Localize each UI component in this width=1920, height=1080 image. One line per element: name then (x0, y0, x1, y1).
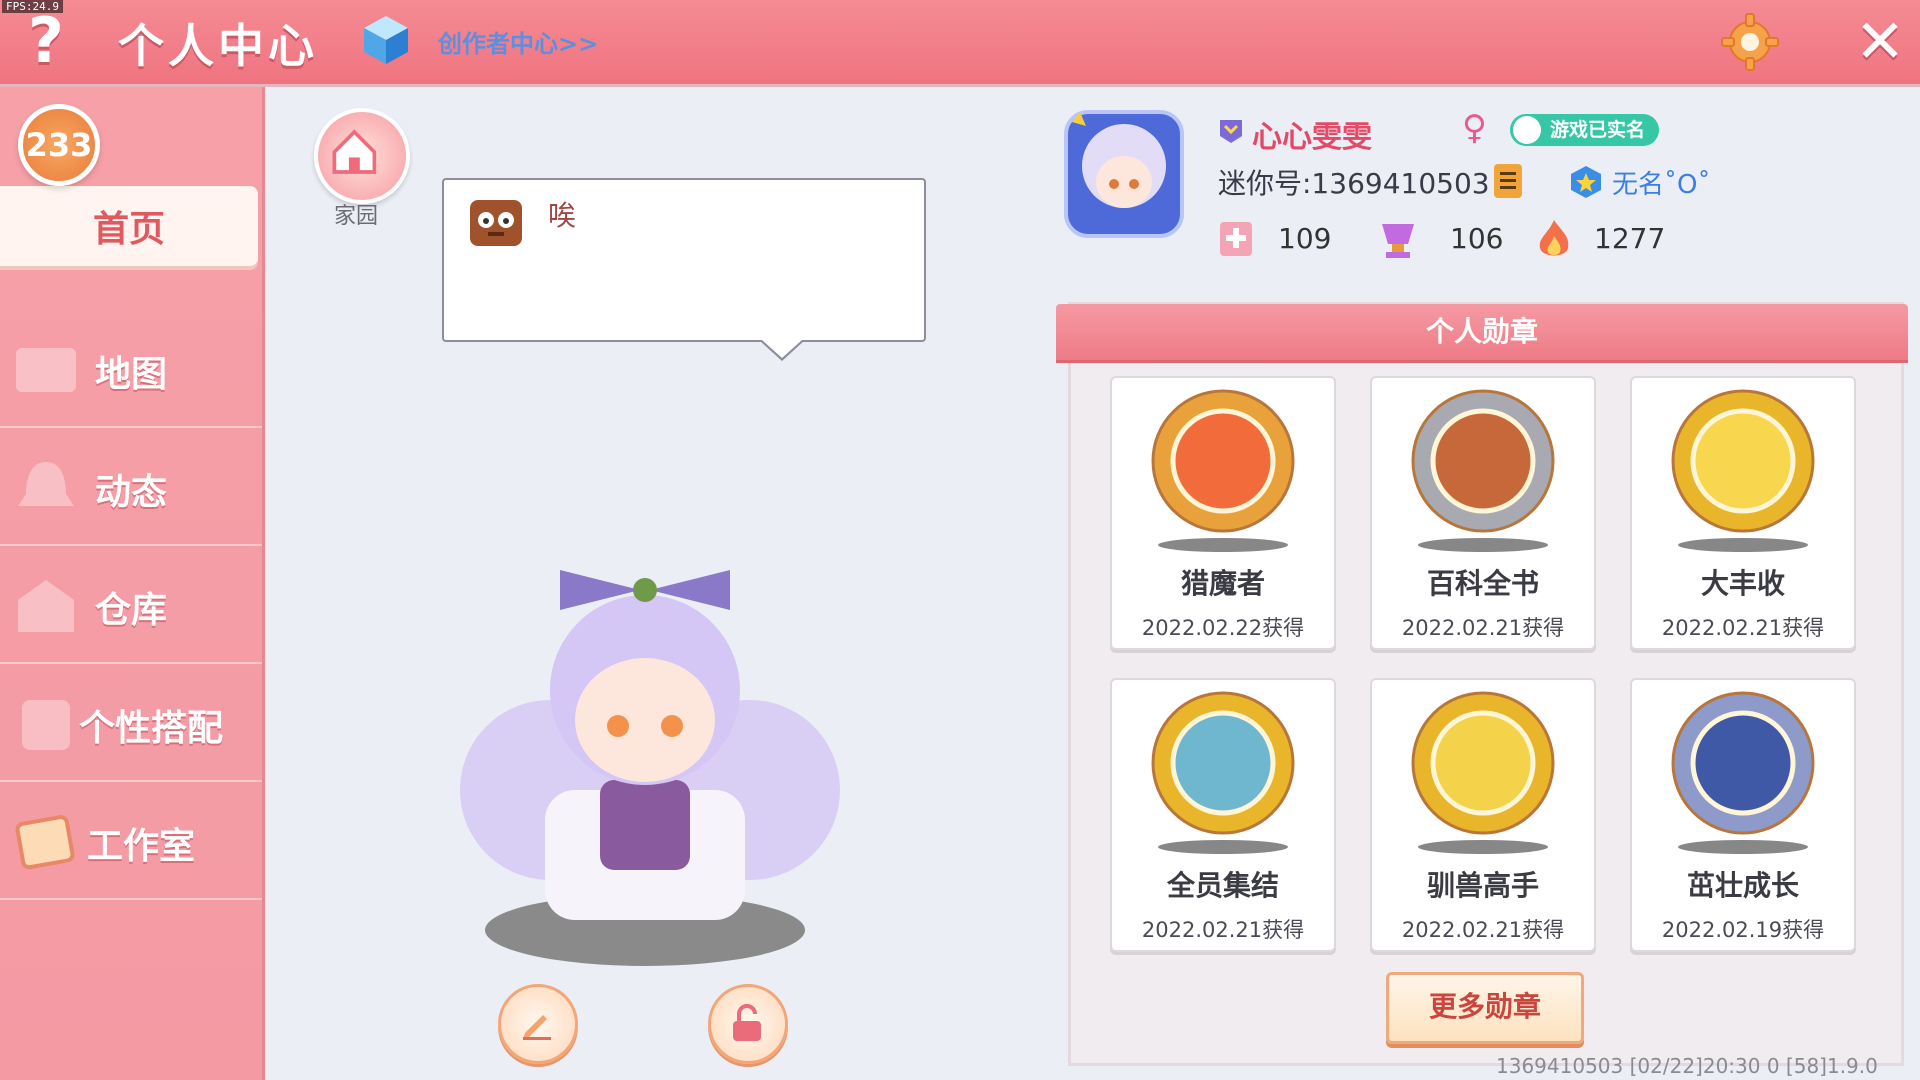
bell-icon (18, 462, 74, 506)
sidebar-item-studio[interactable]: 工作室 (0, 788, 262, 900)
real-name-verified-badge: 游戏已实名 (1510, 114, 1660, 146)
sidebar-item-map[interactable]: 地图 (0, 316, 262, 428)
medal-panel-header: 个人勋章 (1056, 304, 1908, 360)
creator-center-link[interactable]: 创作者中心>> (438, 24, 598, 59)
medal-name: 猎魔者 (1180, 567, 1265, 600)
pencil-icon (523, 1015, 551, 1040)
popularity-count: 1277 (1594, 222, 1666, 255)
signature-text: 唉 (548, 199, 577, 232)
help-icon[interactable]: ? (16, 6, 76, 76)
unlock-icon (733, 1004, 761, 1041)
fire-icon (1539, 220, 1569, 256)
medal-card[interactable]: 猎魔者 2022.02.22获得 (1110, 376, 1336, 650)
sidebar-item-label: 首页 (92, 209, 165, 250)
sidebar-item-label: 动态 (94, 472, 167, 513)
flag-icon (1220, 222, 1252, 256)
medal-date: 2022.02.21获得 (1401, 616, 1565, 640)
trophy-icon (1382, 224, 1414, 258)
female-gender-icon: ♀ (1462, 108, 1487, 148)
medal-card[interactable]: 全员集结 2022.02.21获得 (1110, 678, 1336, 952)
top-bar: ? 个人中心 创作者中心>> ✕ (0, 0, 1920, 84)
vip-badge-icon (1220, 120, 1242, 143)
signature-bubble[interactable]: 唉 (442, 178, 926, 361)
trophy-count: 106 (1450, 222, 1504, 255)
homeland-button[interactable] (314, 108, 410, 204)
house-icon (332, 129, 377, 174)
copy-icon[interactable] (1492, 162, 1528, 202)
sidebar-item-outfit[interactable]: 个性搭配 (0, 670, 262, 782)
settings-gear-icon[interactable] (1718, 10, 1782, 74)
medal-icon (1151, 389, 1295, 533)
mini-id: 迷你号:1369410503 (1218, 167, 1490, 200)
sidebar-item-feed[interactable]: 动态 (0, 434, 262, 546)
sidebar-item-home[interactable]: 首页 (0, 186, 258, 266)
medal-name: 大丰收 (1700, 567, 1785, 600)
medal-date: 2022.02.21获得 (1401, 918, 1565, 942)
warehouse-icon (18, 580, 74, 632)
mood-face-icon (470, 200, 522, 246)
real-name-label: 游戏已实名 (1550, 119, 1646, 141)
user-verified-icon (1513, 116, 1541, 144)
profile-avatar[interactable] (1058, 104, 1190, 244)
footer-debug-info: 1369410503 [02/22]20:30 0 [58]1.9.0 (1496, 1054, 1878, 1078)
medal-card[interactable]: 大丰收 2022.02.21获得 (1630, 376, 1856, 650)
medal-date: 2022.02.19获得 (1661, 918, 1825, 942)
outfit-icon (22, 700, 70, 750)
medal-shadow (1158, 840, 1288, 854)
medal-shadow (1678, 840, 1808, 854)
sidebar: 首页 地图 动态 仓库 个性搭配 工作室 (0, 84, 265, 1080)
unlock-button[interactable] (708, 984, 788, 1064)
medal-icon (1411, 691, 1555, 835)
medal-icon (1671, 389, 1815, 533)
medal-name: 驯兽高手 (1426, 869, 1539, 902)
medal-date: 2022.02.21获得 (1141, 918, 1305, 942)
medal-shadow (1678, 538, 1808, 552)
medal-shadow (1158, 538, 1288, 552)
close-icon[interactable]: ✕ (1848, 10, 1912, 74)
medal-date: 2022.02.22获得 (1141, 616, 1305, 640)
medal-icon (1151, 691, 1295, 835)
sidebar-item-label: 工作室 (86, 826, 195, 867)
medal-shadow (1418, 538, 1548, 552)
sidebar-item-label: 地图 (94, 354, 167, 395)
sidebar-item-warehouse[interactable]: 仓库 (0, 552, 262, 664)
cube-icon (364, 16, 408, 64)
character-avatar[interactable] (430, 530, 880, 980)
clan-name[interactable]: 无名˚O˚ (1612, 164, 1710, 201)
medal-card[interactable]: 百科全书 2022.02.21获得 (1370, 376, 1596, 650)
medal-name: 百科全书 (1426, 567, 1539, 600)
medal-name: 全员集结 (1166, 869, 1279, 902)
fps-counter: FPS:24.9 (2, 0, 63, 13)
medal-name: 茁壮成长 (1686, 869, 1799, 902)
clan-shield-icon (1571, 166, 1601, 198)
edit-button[interactable] (498, 984, 578, 1064)
more-medals-button[interactable]: 更多勋章 (1386, 972, 1584, 1044)
medal-icon (1411, 389, 1555, 533)
map-icon (16, 348, 76, 392)
medal-shadow (1418, 840, 1548, 854)
flag-count: 109 (1278, 222, 1332, 255)
player-name: 心心雯雯 (1252, 120, 1372, 155)
medal-icon (1671, 691, 1815, 835)
sidebar-item-label: 仓库 (94, 590, 167, 631)
homeland-label: 家园 (334, 204, 379, 229)
medal-date: 2022.02.21获得 (1661, 616, 1825, 640)
page-title: 个人中心 (118, 19, 318, 73)
medal-card[interactable]: 驯兽高手 2022.02.21获得 (1370, 678, 1596, 952)
medal-card[interactable]: 茁壮成长 2022.02.19获得 (1630, 678, 1856, 952)
studio-icon (15, 815, 75, 870)
notification-count-badge[interactable]: 233 (18, 104, 100, 186)
